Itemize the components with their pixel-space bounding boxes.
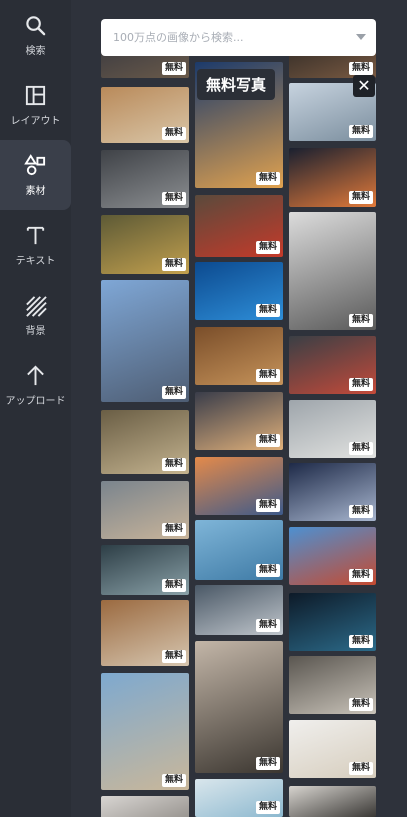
photo-tile[interactable]: 無料 [289, 527, 376, 585]
elements-icon [24, 154, 47, 177]
sidebar-item-elements[interactable]: 素材 [0, 140, 71, 210]
sidebar-item-text[interactable]: テキスト [0, 210, 71, 280]
sidebar-item-label: レイアウト [10, 116, 61, 127]
free-badge: 無料 [161, 386, 186, 399]
photo-tile[interactable]: 無料 [101, 481, 189, 539]
layout-icon [24, 84, 47, 107]
photo-tile[interactable]: 無料 [195, 327, 283, 385]
free-badge: 無料 [255, 499, 280, 512]
photo-tile[interactable]: 無料 [195, 585, 283, 635]
photo-tile[interactable]: 無料 [101, 600, 189, 666]
sidebar-item-label: テキスト [15, 256, 56, 267]
free-badge: 無料 [348, 505, 373, 518]
free-badge: 無料 [255, 434, 280, 447]
photo-tile[interactable]: 無料 [195, 195, 283, 257]
photo-tile[interactable]: 無料 [101, 410, 189, 474]
free-badge: 無料 [255, 369, 280, 382]
photo-tile[interactable]: 無料 [195, 641, 283, 773]
free-badge: 無料 [255, 801, 280, 814]
free-badge: 無料 [255, 172, 280, 185]
photo-tile[interactable]: 無料 [289, 593, 376, 651]
background-icon [24, 294, 47, 317]
free-badge: 無料 [348, 191, 373, 204]
photo-tile[interactable]: 無料 [101, 673, 189, 790]
free-badge: 無料 [161, 650, 186, 663]
free-badge: 無料 [348, 125, 373, 138]
photo-tile[interactable]: 無料 [195, 392, 283, 450]
free-badge: 無料 [348, 762, 373, 775]
photo-tile[interactable]: 無料 [195, 457, 283, 515]
free-badge: 無料 [161, 192, 186, 205]
free-badge: 無料 [161, 127, 186, 140]
sidebar-item-layout[interactable]: レイアウト [0, 70, 71, 140]
photo-tile[interactable]: 無料 [101, 545, 189, 595]
photo-tile[interactable]: 無料 [289, 720, 376, 778]
photo-tile[interactable]: 無料 [195, 520, 283, 580]
photo-tile[interactable]: 無料 [101, 87, 189, 143]
search-icon [24, 14, 47, 37]
sidebar: 検索 レイアウト 素材 テキスト 背景 アップロード [0, 0, 71, 817]
photo-tile[interactable]: 無料 [289, 212, 376, 330]
free-badge: 無料 [348, 635, 373, 648]
photo-tile[interactable]: 無料 [289, 463, 376, 521]
photo-tile[interactable]: 無料 [289, 400, 376, 458]
photo-tile[interactable]: 無料 [101, 280, 189, 402]
free-badge: 無料 [348, 62, 373, 75]
sidebar-item-label: 検索 [25, 46, 46, 57]
free-badge: 無料 [348, 378, 373, 391]
free-badge: 無料 [161, 258, 186, 271]
free-badge: 無料 [255, 757, 280, 770]
free-badge: 無料 [255, 564, 280, 577]
photo-tile[interactable] [101, 796, 189, 817]
free-badge: 無料 [348, 698, 373, 711]
sidebar-item-search[interactable]: 検索 [0, 0, 71, 70]
free-badge: 無料 [161, 458, 186, 471]
free-badge: 無料 [255, 619, 280, 632]
photo-tile[interactable]: 無料 [195, 779, 283, 817]
free-badge: 無料 [161, 523, 186, 536]
free-badge: 無料 [348, 569, 373, 582]
sidebar-item-upload[interactable]: アップロード [0, 350, 71, 420]
photo-tile[interactable]: 無料 [289, 656, 376, 714]
sidebar-item-background[interactable]: 背景 [0, 280, 71, 350]
upload-icon [24, 364, 47, 387]
photo-tile[interactable]: 無料 [289, 336, 376, 394]
free-badge: 無料 [348, 442, 373, 455]
photo-tile[interactable]: 無料 [289, 148, 376, 207]
search-input[interactable] [113, 19, 343, 56]
free-badge: 無料 [161, 774, 186, 787]
sidebar-item-label: アップロード [5, 396, 66, 407]
chevron-down-icon[interactable] [356, 34, 366, 40]
photo-tile[interactable]: 無料 [101, 150, 189, 208]
text-icon [24, 224, 47, 247]
free-badge: 無料 [255, 304, 280, 317]
free-badge: 無料 [161, 62, 186, 75]
free-badge: 無料 [255, 241, 280, 254]
close-button[interactable]: ✕ [353, 75, 375, 97]
sidebar-item-label: 背景 [25, 326, 46, 337]
photo-tile[interactable] [289, 786, 376, 817]
photo-tile[interactable]: 無料 [195, 262, 283, 320]
free-badge: 無料 [348, 314, 373, 327]
search-box[interactable] [101, 19, 376, 56]
free-photos-label: 無料写真 [197, 69, 276, 100]
free-badge: 無料 [161, 579, 186, 592]
photo-panel: 無料 無料 無料 無料 無料 無料 無料 無料 無料 無料 無料 無料 無料 無料 無料 無料 無料 無料 無料 無料… [71, 0, 407, 817]
sidebar-item-label: 素材 [25, 186, 46, 197]
photo-tile[interactable]: 無料 [101, 215, 189, 274]
